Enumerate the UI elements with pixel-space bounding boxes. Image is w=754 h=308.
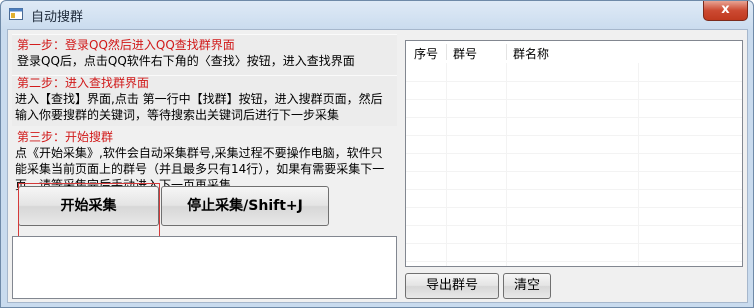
step-3-text-line-2: 能采集当前页面上的群号（并且最多只有14行），如果有需要采集下一 — [15, 162, 385, 176]
grid-line — [406, 153, 742, 154]
grid-line — [446, 63, 447, 266]
title-bar[interactable]: 自动搜群 x — [1, 1, 753, 29]
grid-line — [406, 171, 742, 172]
clear-button[interactable]: 清空 — [503, 273, 551, 299]
column-header-group-number[interactable]: 群号 — [453, 45, 477, 62]
group-list[interactable]: 序号 群号 群名称 — [405, 40, 743, 267]
step-2-text-line-2: 输入你要搜群的关键词，等待搜索出关键词后进行下一步采集 — [15, 108, 340, 122]
grid-line — [406, 261, 742, 262]
grid-line — [406, 225, 742, 226]
step-3-title: 第三步：开始搜群 — [17, 130, 114, 144]
step-3-text-line-1: 点《开始采集》,软件会自动采集群号,采集过程不要操作电脑，软件只 — [15, 146, 383, 160]
grid-line — [406, 117, 742, 118]
grid-line — [406, 99, 742, 100]
step-2: 第二步：进入查找群界面 进入【查找】界面,点击 第一行中【找群】按钮，进入搜群页… — [15, 75, 383, 123]
column-header-group-name[interactable]: 群名称 — [513, 45, 549, 62]
window-title: 自动搜群 — [31, 10, 84, 25]
grid-line — [406, 81, 742, 82]
window-app-icon — [9, 8, 23, 20]
close-button[interactable]: x — [703, 1, 748, 21]
step-1: 第一步：登录QQ然后进入QQ查找群界面 登录QQ后，点击QQ软件右下角的〈查找〉… — [17, 37, 355, 69]
column-divider — [506, 44, 507, 60]
close-icon: x — [721, 2, 730, 17]
export-groups-button[interactable]: 导出群号 — [405, 273, 499, 299]
step-2-title: 第二步：进入查找群界面 — [17, 76, 150, 90]
stop-collect-button[interactable]: 停止采集/Shift+J — [161, 186, 329, 226]
app-window: 自动搜群 x 第一步：登录QQ然后进入QQ查找群界面 登录QQ后，点击QQ软件右… — [0, 0, 754, 308]
column-header-index[interactable]: 序号 — [414, 45, 438, 62]
grid-line — [406, 189, 742, 190]
grid-line — [406, 243, 742, 244]
step-2-text-line-1: 进入【查找】界面,点击 第一行中【找群】按钮，进入搜群页面，然后 — [15, 92, 383, 106]
grid-line — [638, 63, 639, 266]
start-button-highlight — [18, 183, 160, 240]
grid-line — [406, 135, 742, 136]
grid-line — [506, 63, 507, 266]
step-1-title: 第一步：登录QQ然后进入QQ查找群界面 — [17, 38, 235, 52]
client-area: 第一步：登录QQ然后进入QQ查找群界面 登录QQ后，点击QQ软件右下角的〈查找〉… — [7, 29, 748, 303]
step-1-text: 登录QQ后，点击QQ软件右下角的〈查找〉按钮，进入查找界面 — [17, 54, 355, 68]
column-divider — [446, 44, 447, 60]
output-textbox[interactable] — [12, 236, 397, 299]
grid-line — [406, 207, 742, 208]
list-header: 序号 群号 群名称 — [406, 41, 742, 63]
